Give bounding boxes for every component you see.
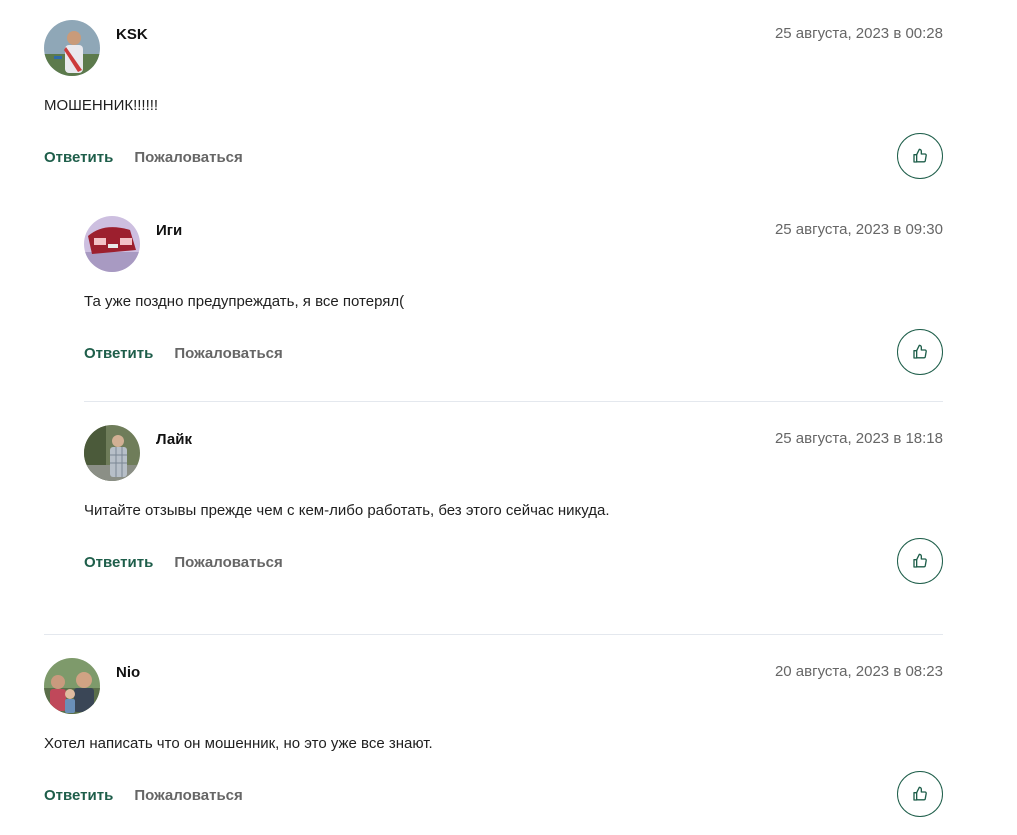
report-button[interactable]: Пожаловаться [174, 554, 282, 571]
author-name: KSK [116, 26, 148, 43]
comment-date: 25 августа, 2023 в 00:28 [774, 25, 943, 42]
thumbs-up-icon [913, 553, 927, 568]
comment: KSK 25 августа, 2023 в 00:28 МОШЕННИК!!!… [44, 20, 943, 179]
like-button[interactable] [897, 133, 943, 179]
reply-button[interactable]: Ответить [84, 554, 153, 571]
comment-actions: Ответить Пожаловаться [84, 554, 283, 571]
thumbs-up-icon [913, 344, 927, 359]
reply-comment: Иги 25 августа, 2023 в 09:30 Та уже позд… [84, 216, 943, 375]
avatar [84, 425, 140, 481]
like-button[interactable] [897, 538, 943, 584]
comment-text: Хотел написать что он мошенник, но это у… [44, 735, 433, 752]
reply-comment: Лайк 25 августа, 2023 в 18:18 Читайте от… [84, 425, 943, 584]
thumbs-up-icon [913, 786, 927, 801]
avatar [84, 216, 140, 272]
comment-actions: Ответить Пожаловаться [44, 149, 243, 166]
like-button[interactable] [897, 771, 943, 817]
author-name: Лайк [156, 431, 192, 448]
avatar [44, 658, 100, 714]
avatar [44, 20, 100, 76]
comment-date: 25 августа, 2023 в 09:30 [774, 221, 943, 238]
report-button[interactable]: Пожаловаться [174, 345, 282, 362]
thumbs-up-icon [913, 148, 927, 163]
report-button[interactable]: Пожаловаться [134, 149, 242, 166]
comment-actions: Ответить Пожаловаться [84, 345, 283, 362]
comment-date: 25 августа, 2023 в 18:18 [774, 430, 943, 447]
comment-date: 20 августа, 2023 в 08:23 [774, 663, 943, 680]
comment-text: МОШЕННИК!!!!!! [44, 97, 159, 114]
comment: Nio 20 августа, 2023 в 08:23 Хотел напис… [44, 658, 943, 817]
reply-button[interactable]: Ответить [44, 149, 113, 166]
reply-button[interactable]: Ответить [44, 787, 113, 804]
comment-text: Та уже поздно предупреждать, я все потер… [84, 293, 405, 310]
author-name: Nio [116, 664, 141, 681]
like-button[interactable] [897, 329, 943, 375]
reply-button[interactable]: Ответить [84, 345, 153, 362]
divider [44, 634, 943, 635]
divider [84, 401, 943, 402]
author-name: Иги [156, 222, 183, 239]
comment-header: KSK 25 августа, 2023 в 00:28 [44, 20, 943, 78]
comment-header: Лайк 25 августа, 2023 в 18:18 [84, 425, 943, 483]
comment-header: Nio 20 августа, 2023 в 08:23 [44, 658, 943, 716]
report-button[interactable]: Пожаловаться [134, 787, 242, 804]
comment-actions: Ответить Пожаловаться [44, 787, 243, 804]
comment-header: Иги 25 августа, 2023 в 09:30 [84, 216, 943, 274]
comment-text: Читайте отзывы прежде чем с кем-либо раб… [84, 502, 610, 519]
